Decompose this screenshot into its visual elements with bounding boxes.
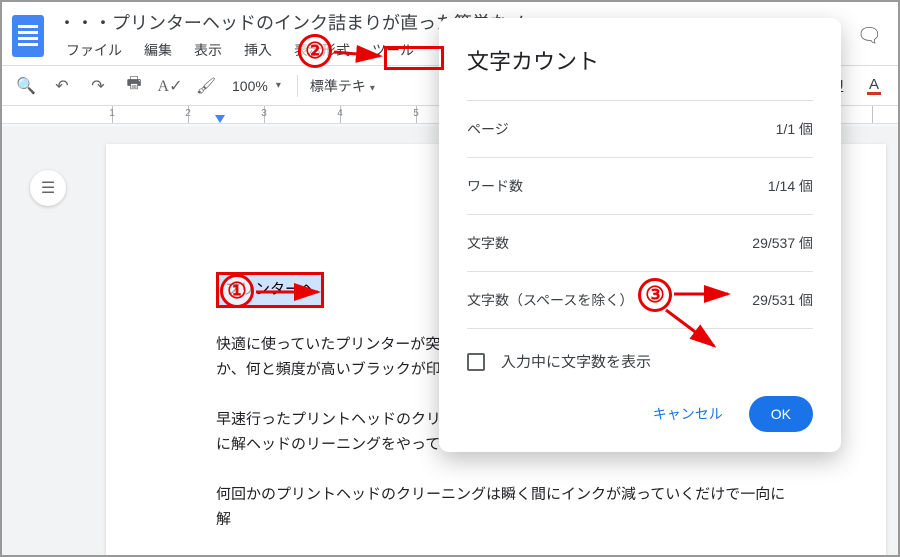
annotation-box-tools bbox=[384, 46, 444, 70]
paragraph[interactable]: 何回かのプリントヘッドのクリーニングは瞬く間にインクが減っていくだけで一向に解 bbox=[216, 482, 790, 533]
ruler-number: 3 bbox=[261, 108, 267, 119]
row-chars: 文字数 29/537 個 bbox=[467, 214, 813, 271]
show-while-typing-checkbox[interactable] bbox=[467, 353, 485, 371]
separator bbox=[297, 75, 298, 97]
ruler-number: 1 bbox=[109, 108, 115, 119]
label-words: ワード数 bbox=[467, 176, 523, 196]
value-pages: 1/1 個 bbox=[776, 119, 813, 139]
annotation-3: ③ bbox=[638, 278, 672, 312]
ruler-number: 4 bbox=[337, 108, 343, 119]
value-chars-nospace: 29/531 個 bbox=[752, 290, 813, 310]
menu-file[interactable]: ファイル bbox=[58, 37, 130, 63]
dialog-title: 文字カウント bbox=[467, 44, 813, 76]
paint-format-icon[interactable]: 🖌 bbox=[192, 72, 220, 100]
undo-icon[interactable]: ↶ bbox=[48, 72, 76, 100]
label-pages: ページ bbox=[467, 119, 509, 139]
row-pages: ページ 1/1 個 bbox=[467, 100, 813, 157]
label-chars: 文字数 bbox=[467, 233, 509, 253]
redo-icon[interactable]: ↷ bbox=[84, 72, 112, 100]
ruler-number: 5 bbox=[413, 108, 419, 119]
docs-logo-icon[interactable] bbox=[12, 15, 44, 57]
value-chars: 29/537 個 bbox=[752, 233, 813, 253]
word-count-dialog: 文字カウント ページ 1/1 個 ワード数 1/14 個 文字数 29/537 … bbox=[439, 18, 841, 452]
label-chars-nospace: 文字数（スペースを除く） bbox=[467, 290, 633, 310]
print-icon[interactable]: 🖶 bbox=[120, 72, 148, 100]
indent-marker-icon[interactable] bbox=[215, 115, 225, 123]
comments-icon[interactable]: 🗨 bbox=[857, 23, 882, 48]
show-while-typing-label: 入力中に文字数を表示 bbox=[501, 351, 651, 372]
text-color-button[interactable]: A bbox=[860, 72, 888, 100]
search-icon[interactable]: 🔍 bbox=[12, 72, 40, 100]
spellcheck-icon[interactable]: A✓ bbox=[156, 72, 184, 100]
ok-button[interactable]: OK bbox=[749, 396, 813, 432]
value-words: 1/14 個 bbox=[768, 176, 813, 196]
menu-view[interactable]: 表示 bbox=[186, 37, 230, 63]
outline-toggle-button[interactable]: ☰ bbox=[30, 170, 66, 206]
menu-edit[interactable]: 編集 bbox=[136, 37, 180, 63]
paragraph-style-select[interactable]: 標準テキ bbox=[310, 76, 375, 96]
cancel-button[interactable]: キャンセル bbox=[637, 396, 739, 432]
annotation-1: ① bbox=[220, 274, 254, 308]
show-while-typing-row: 入力中に文字数を表示 bbox=[467, 328, 813, 390]
menu-insert[interactable]: 挿入 bbox=[236, 37, 280, 63]
zoom-select[interactable]: 100% bbox=[228, 78, 285, 94]
ruler-number: 2 bbox=[185, 108, 191, 119]
ruler-tick bbox=[872, 106, 873, 123]
row-words: ワード数 1/14 個 bbox=[467, 157, 813, 214]
annotation-2: ② bbox=[298, 34, 332, 68]
